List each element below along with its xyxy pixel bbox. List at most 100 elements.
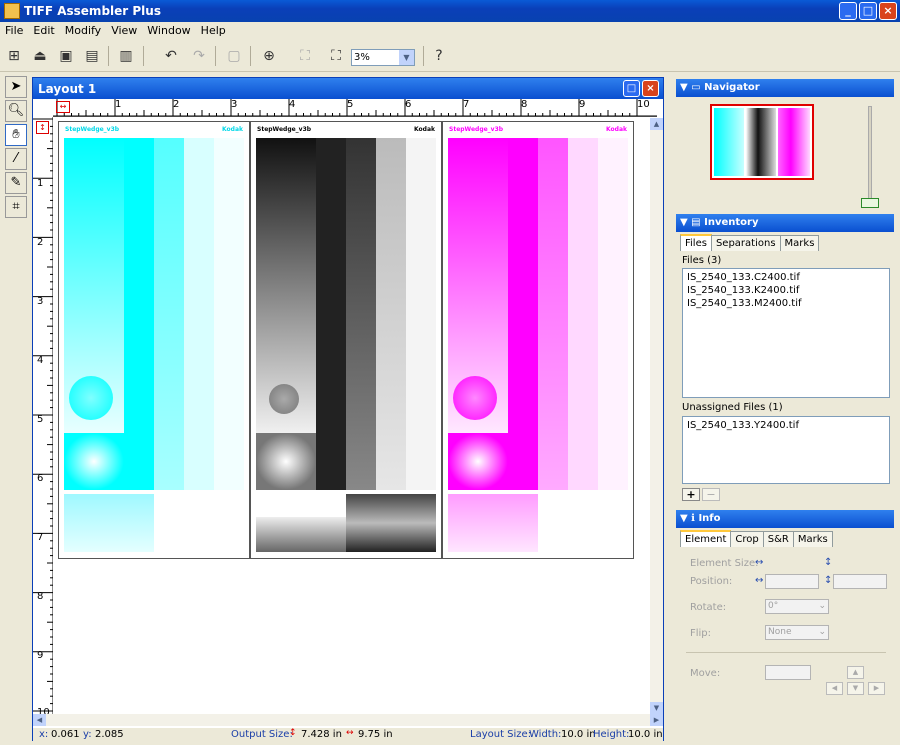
new-layout-icon[interactable]: ⊞ xyxy=(3,45,25,67)
move-field[interactable] xyxy=(765,665,811,680)
output-size-label: Output Size: xyxy=(231,729,293,740)
step-wedge xyxy=(346,138,376,490)
open-icon[interactable]: ⏏ xyxy=(29,45,51,67)
horizontal-ruler: 1 2 3 4 5 6 7 8 9 10 ↔ xyxy=(53,99,657,117)
hruler-number: 8 xyxy=(521,99,528,110)
zoom-slider-thumb[interactable] xyxy=(861,198,879,208)
vruler-number: 8 xyxy=(37,591,44,602)
save-icon[interactable]: ▣ xyxy=(55,45,77,67)
cursor-x-value: 0.061 xyxy=(51,729,80,740)
zoom-selection-icon[interactable]: ⛶ xyxy=(294,45,316,67)
vertical-scrollbar[interactable]: ▲ ▼ xyxy=(650,118,663,714)
tab-marks[interactable]: Marks xyxy=(779,235,820,251)
inventory-header[interactable]: ▼ ▤ Inventory xyxy=(676,214,894,232)
vruler-number: 1 xyxy=(37,178,44,189)
width-icon: ↔ xyxy=(346,728,354,738)
tab-marks-info[interactable]: Marks xyxy=(792,531,833,547)
hand-tool-icon[interactable]: ✋︎ xyxy=(5,124,27,146)
position-y-field[interactable] xyxy=(833,574,887,589)
radial-swatch xyxy=(64,433,124,490)
vruler-number: 6 xyxy=(37,473,44,484)
magenta-separation-page[interactable]: StepWedge_v3b Kodak xyxy=(442,121,634,559)
move-left-icon[interactable]: ◀ xyxy=(826,682,843,695)
vruler-number: 2 xyxy=(37,237,44,248)
navigator-viewport[interactable] xyxy=(710,104,814,180)
width-origin-icon[interactable]: ↔ xyxy=(56,101,70,113)
zoom-select[interactable]: 3% ▼ xyxy=(351,49,415,66)
rotate-select[interactable]: 0° ⌄ xyxy=(765,599,829,614)
black-separation-page[interactable]: StepWedge_v3b Kodak xyxy=(250,121,442,559)
menu-view[interactable]: View xyxy=(106,22,142,39)
redo-icon[interactable]: ↷ xyxy=(188,45,210,67)
file-item[interactable]: IS_2540_133.C2400.tif xyxy=(687,272,885,283)
files-header: Files (3) xyxy=(682,255,722,266)
help-icon[interactable]: ? xyxy=(428,45,450,67)
crop-tool-icon[interactable]: ⌗ xyxy=(5,196,27,218)
eyedropper-tool-icon[interactable]: ⁄ xyxy=(5,148,27,170)
close-window-button[interactable]: × xyxy=(642,80,659,97)
tab-element[interactable]: Element xyxy=(680,530,732,547)
fit-page-icon[interactable]: ⊕ xyxy=(258,45,280,67)
step-wedge xyxy=(538,138,568,490)
tab-files[interactable]: Files xyxy=(680,234,712,251)
position-x-field[interactable] xyxy=(765,574,819,589)
ruler-tool-icon[interactable]: ✎ xyxy=(5,172,27,194)
menu-help[interactable]: Help xyxy=(196,22,231,39)
step-wedge xyxy=(406,138,436,490)
add-file-button[interactable]: + xyxy=(682,488,700,501)
file-item[interactable]: IS_2540_133.M2400.tif xyxy=(687,298,885,309)
menu-window[interactable]: Window xyxy=(142,22,195,39)
menu-file[interactable]: File xyxy=(0,22,28,39)
menu-edit[interactable]: Edit xyxy=(28,22,59,39)
scroll-down-icon[interactable]: ▼ xyxy=(650,702,663,714)
zoom-tool-icon[interactable]: 🔍︎ xyxy=(5,100,27,122)
app-title: TIFF Assembler Plus xyxy=(24,4,161,18)
vruler-number: 4 xyxy=(37,355,44,366)
position-label: Position: xyxy=(690,576,733,587)
remove-file-button[interactable]: − xyxy=(702,488,720,501)
move-down-icon[interactable]: ▼ xyxy=(847,682,864,695)
step-wedge xyxy=(568,138,598,490)
flip-select[interactable]: None ⌄ xyxy=(765,625,829,640)
tab-crop[interactable]: Crop xyxy=(730,531,764,547)
navigator-header[interactable]: ▼ ▭ Navigator xyxy=(676,79,894,97)
minimize-button[interactable]: _ xyxy=(839,2,857,20)
scroll-left-icon[interactable]: ◀ xyxy=(33,714,46,726)
page-setup-icon[interactable]: ▥ xyxy=(115,45,137,67)
menu-modify[interactable]: Modify xyxy=(60,22,106,39)
layout-size-label: Layout Size: xyxy=(470,729,532,740)
scroll-right-icon[interactable]: ▶ xyxy=(650,714,663,726)
page-brand: Kodak xyxy=(606,126,627,133)
layout-canvas[interactable]: StepWedge_v3b Kodak StepWedge_v3b Kodak xyxy=(54,118,650,716)
flip-label: Flip: xyxy=(690,628,712,639)
unassigned-files-list[interactable]: IS_2540_133.Y2400.tif xyxy=(682,416,890,484)
tab-separations[interactable]: Separations xyxy=(710,235,781,251)
unassigned-file-item[interactable]: IS_2540_133.Y2400.tif xyxy=(687,420,885,431)
zoom-fit-icon[interactable]: ⛶ xyxy=(325,45,347,67)
move-up-icon[interactable]: ▲ xyxy=(847,666,864,679)
undo-icon[interactable]: ↶ xyxy=(160,45,182,67)
files-list[interactable]: IS_2540_133.C2400.tif IS_2540_133.K2400.… xyxy=(682,268,890,398)
info-header[interactable]: ▼ ℹ Info xyxy=(676,510,894,528)
inventory-tabs: Files Separations Marks xyxy=(680,234,820,252)
horizontal-scrollbar[interactable]: ◀ ▶ xyxy=(33,714,663,726)
cyan-separation-page[interactable]: StepWedge_v3b Kodak xyxy=(58,121,250,559)
x-position-icon: ↔ xyxy=(755,575,764,586)
step-wedge xyxy=(376,138,406,490)
tool-palette: ➤ 🔍︎ ✋︎ ⁄ ✎ ⌗ xyxy=(3,74,29,224)
restore-window-button[interactable]: □ xyxy=(623,80,640,97)
select-tool-icon[interactable]: ➤ xyxy=(5,76,27,98)
group-icon[interactable]: ▢ xyxy=(223,45,245,67)
zoom-slider-track[interactable] xyxy=(868,106,872,206)
scroll-up-icon[interactable]: ▲ xyxy=(650,118,663,130)
layout-height-label: Height: xyxy=(593,729,630,740)
tab-sr[interactable]: S&R xyxy=(762,531,794,547)
print-icon[interactable]: ▤ xyxy=(81,45,103,67)
inventory-title: Inventory xyxy=(704,217,759,228)
vruler-number: 9 xyxy=(37,650,44,661)
radial-swatch xyxy=(269,384,299,414)
file-item[interactable]: IS_2540_133.K2400.tif xyxy=(687,285,885,296)
close-button[interactable]: × xyxy=(879,2,897,20)
maximize-button[interactable]: □ xyxy=(859,2,877,20)
move-right-icon[interactable]: ▶ xyxy=(868,682,885,695)
